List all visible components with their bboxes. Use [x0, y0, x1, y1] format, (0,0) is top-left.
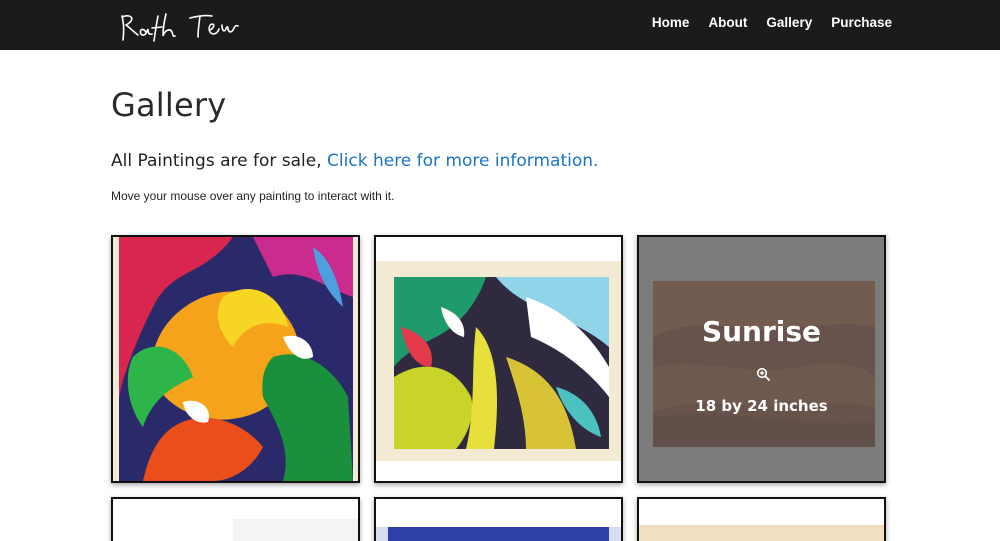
main-nav: Home About Gallery Purchase: [633, 15, 892, 31]
zoom-in-icon[interactable]: [756, 367, 770, 381]
hover-overlay: Sunrise 18 by 24 inches: [639, 237, 884, 481]
painting-image-6: [639, 499, 884, 541]
page-title: Gallery: [111, 86, 227, 124]
nav-home[interactable]: Home: [652, 15, 690, 31]
gallery-card-sunrise[interactable]: Sunrise 18 by 24 inches: [637, 235, 886, 483]
more-info-link[interactable]: Click here for more information.: [327, 151, 598, 171]
site-header: Home About Gallery Purchase: [0, 0, 1000, 50]
gallery-card-6[interactable]: [637, 497, 886, 541]
gallery-card-2[interactable]: [374, 235, 623, 483]
painting-size: 18 by 24 inches: [695, 397, 828, 415]
painting-image-4: [113, 499, 358, 541]
site-logo[interactable]: [118, 10, 244, 44]
painting-image-2: [376, 237, 621, 481]
interaction-hint: Move your mouse over any painting to int…: [111, 189, 395, 203]
painting-image-5: [376, 499, 621, 541]
painting-image-1: [113, 237, 358, 481]
logo-signature-icon: [121, 13, 239, 42]
gallery-card-5[interactable]: [374, 497, 623, 541]
nav-gallery[interactable]: Gallery: [766, 15, 812, 31]
nav-about[interactable]: About: [708, 15, 747, 31]
gallery-card-1[interactable]: [111, 235, 360, 483]
painting-title: Sunrise: [701, 315, 822, 348]
sale-notice-text: All Paintings are for sale,: [111, 151, 328, 171]
nav-purchase[interactable]: Purchase: [831, 15, 892, 31]
gallery-card-4[interactable]: [111, 497, 360, 541]
sale-notice: All Paintings are for sale, Click here f…: [111, 151, 598, 171]
